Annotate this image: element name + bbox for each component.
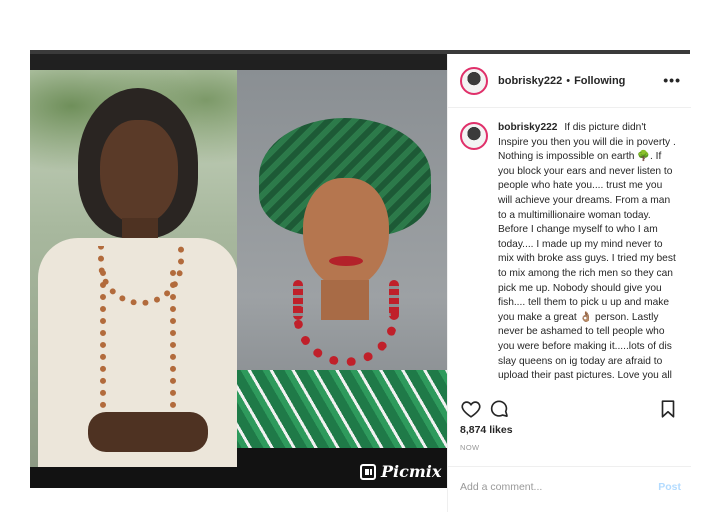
like-count[interactable]: 8,874 likes xyxy=(460,424,513,436)
avatar[interactable] xyxy=(460,66,488,95)
comments-area[interactable]: bobrisky222 If dis picture didn't Inspir… xyxy=(448,109,691,442)
bookmark-icon[interactable] xyxy=(657,398,679,420)
watermark-text: Picmix xyxy=(381,462,442,481)
action-bar xyxy=(448,394,691,424)
follow-status-button[interactable]: Following xyxy=(574,75,625,87)
post-image[interactable]: Picmix xyxy=(30,54,447,488)
post-side-panel: bobrisky222 • Following ••• bobrisky222 … xyxy=(447,54,691,512)
picmix-watermark: Picmix xyxy=(360,462,441,481)
caption-text: If dis picture didn't Inspire you then y… xyxy=(498,122,676,382)
post-header: bobrisky222 • Following ••• xyxy=(448,54,691,108)
before-photo xyxy=(30,70,237,467)
caption-avatar[interactable] xyxy=(460,122,488,150)
header-username[interactable]: bobrisky222 xyxy=(498,75,562,87)
heart-icon[interactable] xyxy=(460,398,482,420)
comment-input[interactable]: Add a comment... xyxy=(460,481,542,493)
post-comment-button[interactable]: Post xyxy=(658,481,681,493)
separator-dot: • xyxy=(566,74,571,87)
post-timestamp: NOW xyxy=(460,443,480,452)
more-options-icon[interactable]: ••• xyxy=(663,72,681,88)
caption-username[interactable]: bobrisky222 xyxy=(498,122,557,133)
comment-icon[interactable] xyxy=(488,398,510,420)
add-comment-bar: Add a comment... Post xyxy=(448,466,691,512)
picmix-logo-icon xyxy=(360,463,376,480)
after-photo xyxy=(237,70,447,448)
